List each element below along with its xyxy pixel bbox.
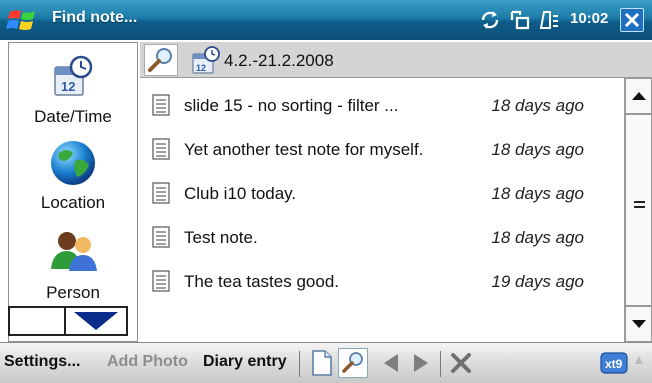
note-list: slide 15 - no sorting - filter ... 18 da… (140, 78, 624, 342)
note-icon (152, 226, 170, 248)
scroll-thumb[interactable] (625, 114, 652, 306)
people-icon (51, 232, 97, 271)
scroll-down-button[interactable] (625, 306, 652, 342)
category-label: Location (40, 193, 106, 212)
arrow-left-icon[interactable] (376, 348, 406, 378)
new-note-icon[interactable] (306, 348, 336, 378)
close-icon (624, 12, 640, 28)
note-title: The tea tastes good. (184, 272, 339, 291)
globe-icon (51, 141, 95, 185)
list-item[interactable]: Club i10 today. 18 days ago (140, 176, 624, 216)
search-icon (342, 352, 363, 373)
note-icon (152, 182, 170, 204)
note-age: 18 days ago (491, 184, 584, 203)
note-age: 18 days ago (491, 228, 584, 247)
windows-start-icon[interactable] (6, 6, 40, 34)
list-item[interactable]: The tea tastes good. 19 days ago (140, 264, 624, 304)
note-icon (152, 138, 170, 160)
note-age: 19 days ago (491, 272, 584, 291)
note-age: 18 days ago (491, 140, 584, 159)
list-item[interactable]: slide 15 - no sorting - filter ... 18 da… (140, 88, 624, 128)
delete-icon[interactable] (446, 348, 476, 378)
sync-icon[interactable] (478, 8, 502, 32)
sip-arrow-icon[interactable]: ▲ (632, 351, 646, 367)
search-button[interactable] (338, 348, 368, 378)
filter-date-range: 4.2.-21.2.2008 (224, 51, 334, 70)
menu-separator (440, 351, 441, 377)
triangle-down-icon (74, 312, 118, 330)
scroll-grip (634, 206, 645, 208)
search-button[interactable] (144, 44, 178, 76)
scroll-up-button[interactable] (625, 78, 652, 114)
menu-bar: Settings... Add Photo Diary entry xt9 ▲ (0, 342, 652, 383)
category-person[interactable]: Person (9, 227, 137, 307)
svg-text:xt9: xt9 (605, 357, 623, 371)
note-title: Test note. (184, 228, 258, 247)
keyboard-icon[interactable]: xt9 (600, 352, 628, 374)
scroll-grip (634, 201, 645, 203)
filter-bar: 12 4.2.-21.2.2008 (140, 42, 652, 78)
arrow-up-icon (632, 92, 646, 100)
note-age: 18 days ago (491, 96, 584, 115)
note-icon (152, 94, 170, 116)
calendar-clock-icon: 12 (54, 55, 93, 96)
svg-text:12: 12 (61, 79, 75, 94)
settings-menu[interactable]: Settings... (4, 353, 80, 371)
close-button[interactable] (620, 8, 644, 32)
phone-signal-icon[interactable] (538, 8, 562, 32)
connectivity-icon[interactable] (508, 8, 532, 32)
menu-separator (299, 351, 300, 377)
list-item[interactable]: Yet another test note for myself. 18 day… (140, 132, 624, 172)
category-label: Date/Time (34, 107, 112, 126)
note-title: Club i10 today. (184, 184, 297, 203)
category-location[interactable]: Location (9, 137, 137, 217)
search-icon (148, 48, 172, 72)
arrow-down-icon (632, 320, 646, 328)
arrow-right-icon[interactable] (406, 348, 436, 378)
category-switch-dropdown[interactable] (66, 308, 126, 334)
diary-entry-menu[interactable]: Diary entry (203, 353, 287, 371)
add-photo-menu[interactable]: Add Photo (107, 353, 188, 371)
clock: 10:02 (570, 10, 609, 27)
svg-text:12: 12 (196, 63, 206, 73)
note-icon (152, 270, 170, 292)
note-title: slide 15 - no sorting - filter ... (184, 96, 399, 115)
category-switch[interactable] (8, 306, 128, 336)
list-item[interactable]: Test note. 18 days ago (140, 220, 624, 260)
category-pane: 12 Date/Time Location Person (8, 42, 138, 342)
note-title: Yet another test note for myself. (184, 140, 424, 159)
calendar-clock-icon: 12 (192, 46, 220, 74)
category-switch-blank[interactable] (10, 308, 66, 334)
category-label: Person (46, 283, 100, 302)
app-title: Find note... (52, 9, 138, 26)
title-bar: Find note... 10:02 (0, 0, 652, 40)
scrollbar[interactable] (624, 78, 652, 342)
category-date-time[interactable]: 12 Date/Time (9, 55, 137, 135)
